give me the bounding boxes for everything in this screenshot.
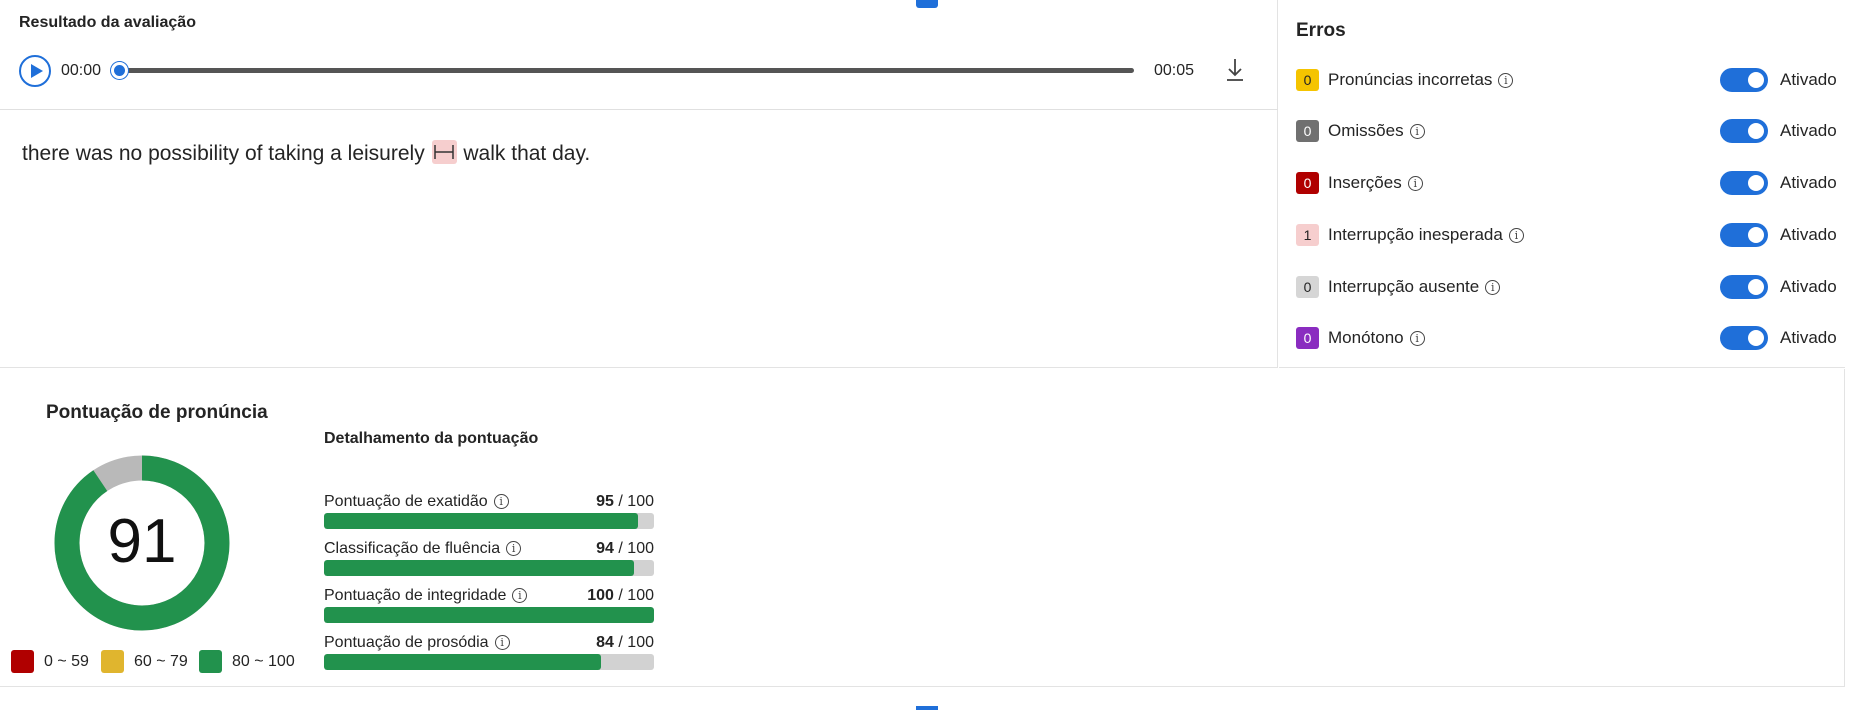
error-row-unexpected-break: 1 Interrupção inesperada i Ativado [1296, 220, 1837, 250]
seek-track[interactable] [118, 68, 1134, 73]
error-row-mispronunciations: 0 Pronúncias incorretas i Ativado [1296, 65, 1837, 95]
legend-label: 60 ~ 79 [134, 653, 188, 670]
bottom-drag-handle[interactable] [916, 706, 938, 710]
error-count-badge: 0 [1296, 69, 1319, 91]
audio-player: 00:00 00:05 [0, 44, 1278, 110]
metric-score: 84 / 100 [596, 634, 654, 651]
error-toggle[interactable] [1720, 68, 1768, 92]
legend-label: 80 ~ 100 [232, 653, 295, 670]
error-toggle[interactable] [1720, 171, 1768, 195]
legend-swatch [11, 650, 34, 673]
metric-bar-fill [324, 654, 602, 670]
error-toggle[interactable] [1720, 275, 1768, 299]
toggle-state-label: Ativado [1780, 277, 1837, 296]
legend-swatch [101, 650, 124, 673]
error-count-badge: 0 [1296, 120, 1319, 142]
metric-score: 94 / 100 [596, 540, 654, 557]
error-count-badge: 1 [1296, 224, 1319, 246]
metric-completeness: Pontuação de integridade i 100 / 100 [324, 587, 654, 627]
error-count-badge: 0 [1296, 327, 1319, 349]
unexpected-break-icon [433, 145, 454, 159]
error-row-insertions: 0 Inserções i Ativado [1296, 168, 1837, 198]
legend-label: 0 ~ 59 [44, 653, 89, 670]
metric-accuracy: Pontuação de exatidão i 95 / 100 [324, 493, 654, 533]
score-value: 91 [107, 507, 177, 576]
error-label: Pronúncias incorretas i [1328, 70, 1514, 90]
play-button[interactable] [19, 55, 51, 87]
error-label: Inserções i [1328, 173, 1423, 193]
score-legend: 0 ~ 59 60 ~ 79 80 ~ 100 [11, 650, 311, 674]
legend-swatch [199, 650, 222, 673]
info-icon[interactable]: i [506, 541, 522, 556]
toggle-state-label: Ativado [1780, 173, 1837, 192]
error-row-monotone: 0 Monótono i Ativado [1296, 323, 1837, 353]
errors-title: Erros [1296, 20, 1346, 41]
play-icon [31, 64, 43, 78]
info-icon[interactable]: i [494, 635, 510, 650]
metric-prosody: Pontuação de prosódia i 84 / 100 [324, 634, 654, 674]
error-row-missing-break: 0 Interrupção ausente i Ativado [1296, 272, 1837, 302]
info-icon[interactable]: i [1409, 124, 1425, 139]
download-icon [1227, 59, 1243, 81]
info-icon[interactable]: i [1508, 228, 1524, 243]
error-toggle[interactable] [1720, 326, 1768, 350]
score-title: Pontuação de pronúncia [46, 402, 268, 423]
error-label: Interrupção inesperada i [1328, 225, 1524, 245]
breakdown-title: Detalhamento da pontuação [324, 430, 539, 447]
assessment-result-panel: Resultado da avaliação 00:00 00:05 there… [0, 0, 1278, 368]
metric-bar-fill [324, 607, 654, 623]
info-icon[interactable]: i [493, 494, 509, 509]
error-label: Interrupção ausente i [1328, 277, 1501, 297]
toggle-state-label: Ativado [1780, 121, 1837, 140]
toggle-state-label: Ativado [1780, 225, 1837, 244]
error-label: Omissões i [1328, 121, 1425, 141]
metric-bar [324, 560, 654, 576]
transcript-before: there was no possibility of taking a lei… [22, 142, 425, 165]
error-count-badge: 0 [1296, 172, 1319, 194]
toggle-state-label: Ativado [1780, 70, 1837, 89]
error-count-badge: 0 [1296, 276, 1319, 298]
metric-fluency: Classificação de fluência i 94 / 100 [324, 540, 654, 580]
metric-score: 100 / 100 [587, 587, 654, 604]
total-duration: 00:05 [1154, 62, 1195, 79]
metric-label: Pontuação de exatidão i [324, 493, 509, 511]
metric-label: Pontuação de prosódia i [324, 634, 510, 652]
metric-label: Classificação de fluência i [324, 540, 522, 558]
download-button[interactable] [1223, 56, 1247, 84]
seek-thumb[interactable] [111, 62, 128, 79]
metric-bar-fill [324, 513, 638, 529]
metric-bar [324, 513, 654, 529]
current-time: 00:00 [61, 62, 102, 79]
error-row-omissions: 0 Omissões i Ativado [1296, 116, 1837, 146]
info-icon[interactable]: i [1409, 331, 1425, 346]
info-icon[interactable]: i [512, 588, 528, 603]
error-label: Monótono i [1328, 328, 1425, 348]
metric-score: 95 / 100 [596, 493, 654, 510]
transcript-after: walk that day. [463, 142, 591, 165]
info-icon[interactable]: i [1485, 280, 1501, 295]
error-toggle[interactable] [1720, 119, 1768, 143]
metric-label: Pontuação de integridade i [324, 587, 528, 605]
info-icon[interactable]: i [1498, 73, 1514, 88]
errors-panel: Erros 0 Pronúncias incorretas i Ativado 0… [1279, 0, 1845, 368]
metric-bar [324, 654, 654, 670]
toggle-state-label: Ativado [1780, 328, 1837, 347]
pronunciation-score-section: Pontuação de pronúncia 91 0 ~ 59 60 ~ 79… [0, 369, 1845, 687]
unexpected-break-marker[interactable] [431, 140, 457, 164]
transcript-text: there was no possibility of taking a lei… [22, 140, 590, 166]
metric-bar [324, 607, 654, 623]
metric-bar-fill [324, 560, 635, 576]
error-toggle[interactable] [1720, 223, 1768, 247]
info-icon[interactable]: i [1407, 176, 1423, 191]
result-title: Resultado da avaliação [19, 14, 196, 31]
